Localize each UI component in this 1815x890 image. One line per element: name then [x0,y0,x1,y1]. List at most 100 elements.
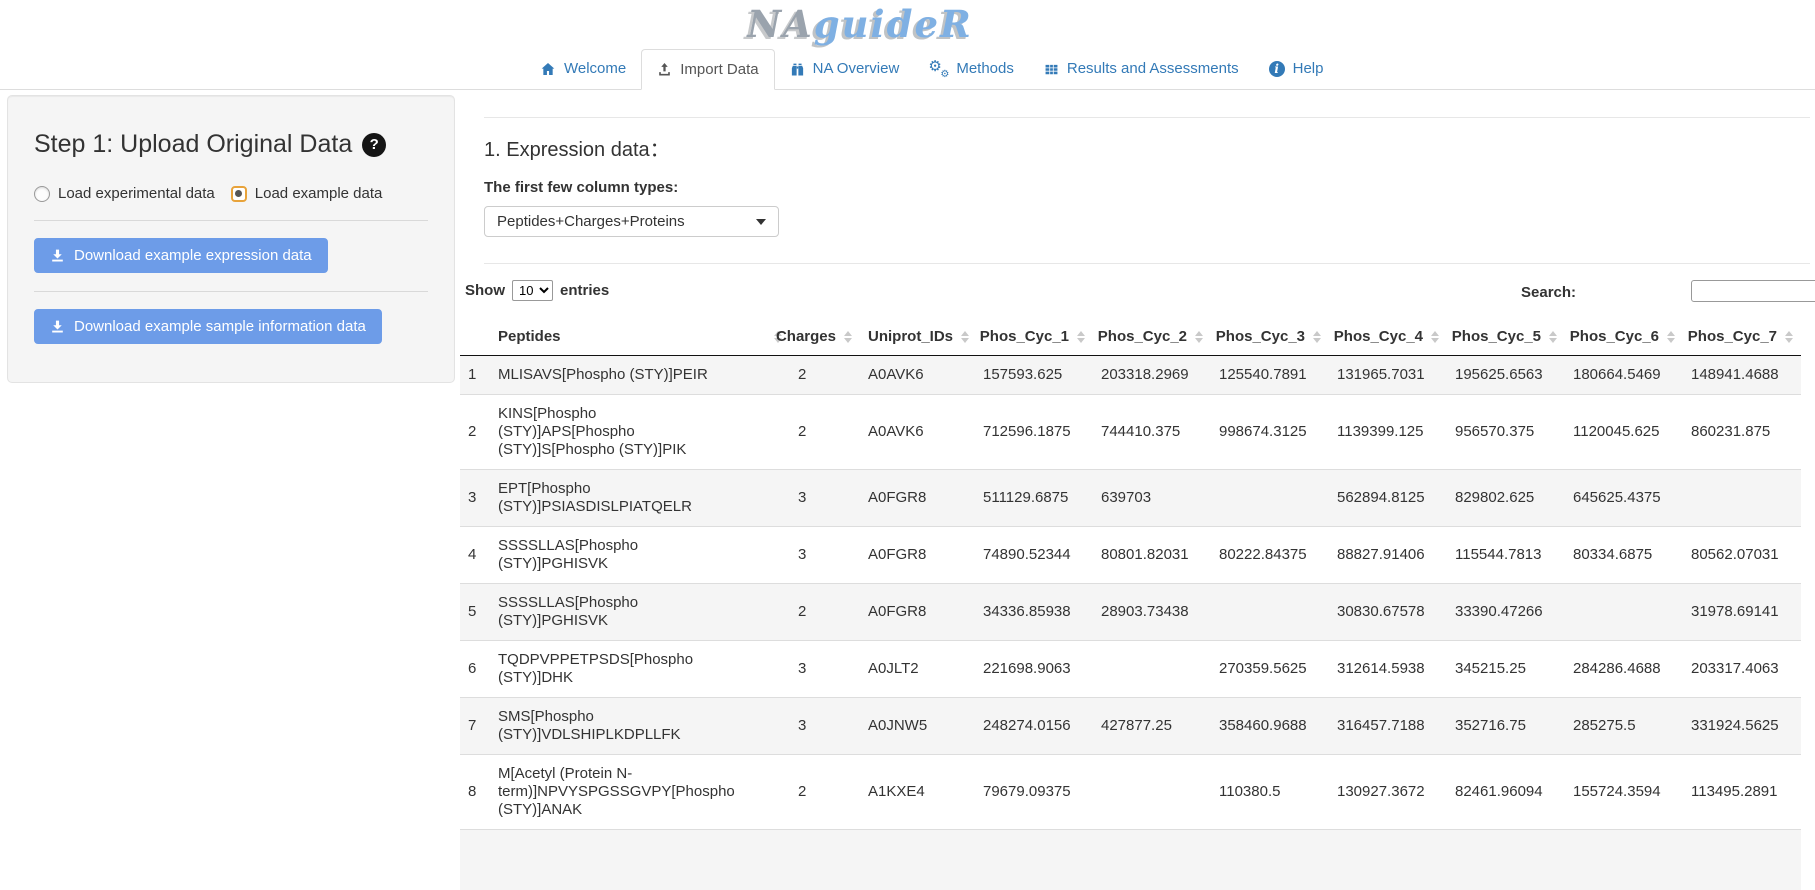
sort-arrows-icon[interactable] [1313,331,1321,343]
table-cell: 79679.09375 [975,755,1093,830]
nav-tabs: Welcome Import Data NA Overview⚙⚙Methods Re… [0,49,1815,89]
nav-tab-item: ⚙⚙Methods [914,49,1029,89]
table-cell: 195625.6563 [1447,356,1565,395]
column-header-phos_cyc_4[interactable]: Phos_Cyc_4 [1329,318,1447,356]
app-logo: NAguideR [747,2,973,46]
column-header-label: Phos_Cyc_2 [1098,328,1187,345]
tab-label: Results and Assessments [1067,59,1239,79]
table-cell: A0JNW5 [860,698,975,755]
table-cell: 148941.4688 [1683,356,1801,395]
table-cell: A0FGR8 [860,527,975,584]
nav-tab-item: Welcome [525,49,641,89]
row-number-cell: 5 [460,584,490,641]
home-icon [540,61,556,77]
sort-arrows-icon[interactable] [1431,331,1439,343]
table-cell: 645625.4375 [1565,470,1683,527]
table-cell: 511129.6875 [975,470,1093,527]
table-cell [1683,470,1801,527]
sort-arrows-icon[interactable] [961,331,969,343]
radio-unchecked-icon [34,186,50,202]
column-header-phos_cyc_7[interactable]: Phos_Cyc_7 [1683,318,1801,356]
table-cell: 860231.875 [1683,395,1801,470]
table-icon [1044,62,1059,77]
column-header-phos_cyc_2[interactable]: Phos_Cyc_2 [1093,318,1211,356]
radio-load-experimental[interactable]: Load experimental data [34,185,215,202]
download-icon [50,248,65,263]
column-types-label: The first few column types: [484,179,1815,196]
sort-arrows-icon[interactable] [1195,331,1203,343]
column-types-select[interactable]: Peptides+Charges+Proteins [484,206,779,237]
table-cell: 80562.07031 [1683,527,1801,584]
sort-arrows-icon[interactable] [1549,331,1557,343]
tab-results-and-assessments[interactable]: Results and Assessments [1029,49,1254,89]
nav-tab-item: NA Overview [775,49,915,89]
table-cell: 74890.52344 [975,527,1093,584]
table-cell: 2 [790,356,860,395]
table-cell: EPT[Phospho (STY)]PSIASDISLPIATQELR [490,470,790,527]
column-header-phos_cyc_3[interactable]: Phos_Cyc_3 [1211,318,1329,356]
divider [34,220,428,221]
import-data-tab-content: 1. Expression data： The first few column… [460,95,1815,890]
table-cell: 712596.1875 [975,395,1093,470]
table-cell: 113495.2891 [1683,755,1801,830]
tab-methods[interactable]: ⚙⚙Methods [914,49,1029,89]
table-cell: 285275.5 [1565,698,1683,755]
column-header-label: Phos_Cyc_7 [1688,328,1777,345]
radio-load-example[interactable]: Load example data [231,185,383,202]
column-header-phos_cyc_1[interactable]: Phos_Cyc_1 [975,318,1093,356]
table-cell [1093,755,1211,830]
upload-icon [657,62,672,77]
table-cell: SMS[Phospho (STY)]VDLSHIPLKDPLLFK [490,698,790,755]
table-cell: 28903.73438 [1093,584,1211,641]
table-cell: 115544.7813 [1447,527,1565,584]
table-row: 3EPT[Phospho (STY)]PSIASDISLPIATQELR3A0F… [460,470,1801,527]
table-cell: 80801.82031 [1093,527,1211,584]
datatable-controls: Show 10 entries Search: [465,280,1815,306]
table-cell: A1KXE4 [860,755,975,830]
table-cell: A0FGR8 [860,584,975,641]
help-question-icon[interactable]: ? [362,133,386,157]
table-cell: 562894.8125 [1329,470,1447,527]
table-row: 6TQDPVPPETPSDS[Phospho (STY)]DHK3A0JLT22… [460,641,1801,698]
table-cell: 203317.4063 [1683,641,1801,698]
download-icon [50,319,65,334]
column-header-uniprot_ids[interactable]: Uniprot_IDs [860,318,975,356]
download-expression-button[interactable]: Download example expression data [34,238,328,273]
table-cell: 2 [790,395,860,470]
column-header-label: Phos_Cyc_6 [1570,328,1659,345]
table-cell: 88827.91406 [1329,527,1447,584]
column-header-phos_cyc_6[interactable]: Phos_Cyc_6 [1565,318,1683,356]
table-cell: 639703 [1093,470,1211,527]
sort-arrows-icon[interactable] [1077,331,1085,343]
table-cell: 130927.3672 [1329,755,1447,830]
table-cell: A0AVK6 [860,395,975,470]
search-control: Search: [1521,280,1576,304]
table-cell: 34336.85938 [975,584,1093,641]
tab-na-overview[interactable]: NA Overview [775,49,915,89]
column-header-charges[interactable]: Charges [790,318,860,356]
tab-label: Import Data [680,60,758,80]
tab-welcome[interactable]: Welcome [525,49,641,89]
column-header-peptides[interactable]: Peptides [490,318,790,356]
tab-help[interactable]: iHelp [1254,49,1339,89]
table-cell [1565,584,1683,641]
table-cell: 125540.7891 [1211,356,1329,395]
sort-arrows-icon[interactable] [844,331,852,343]
column-header-phos_cyc_5[interactable]: Phos_Cyc_5 [1447,318,1565,356]
column-types-selected-value: Peptides+Charges+Proteins [497,213,685,230]
table-cell [1211,584,1329,641]
table-cell: A0JLT2 [860,641,975,698]
download-sample-info-button[interactable]: Download example sample information data [34,309,382,344]
tab-import-data[interactable]: Import Data [641,49,774,90]
entries-select[interactable]: 10 [512,280,553,301]
table-cell: 312614.5938 [1329,641,1447,698]
table-row: 8M[Acetyl (Protein N- term)]NPVYSPGSSGVP… [460,755,1801,830]
sort-arrows-icon[interactable] [1785,331,1793,343]
column-header-label: Phos_Cyc_3 [1216,328,1305,345]
table-cell: 31978.69141 [1683,584,1801,641]
table-cell: 998674.3125 [1211,395,1329,470]
search-input[interactable] [1691,280,1815,302]
table-cell: 221698.9063 [975,641,1093,698]
sort-arrows-icon[interactable] [1667,331,1675,343]
table-cell: 180664.5469 [1565,356,1683,395]
